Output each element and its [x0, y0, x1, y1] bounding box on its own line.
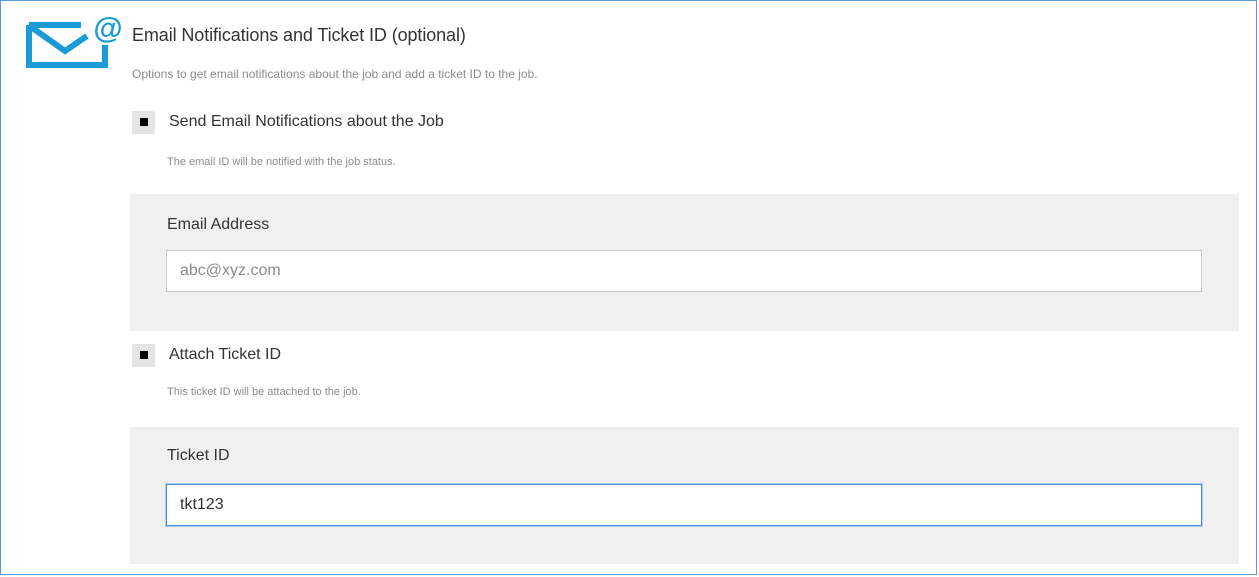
- email-address-panel: Email Address: [130, 194, 1239, 331]
- ticket-id-panel: Ticket ID: [130, 427, 1239, 564]
- notification-settings-panel: @ Email Notifications and Ticket ID (opt…: [0, 0, 1257, 575]
- svg-text:@: @: [93, 12, 122, 45]
- email-address-label: Email Address: [167, 216, 270, 233]
- attach-ticket-option[interactable]: Attach Ticket ID: [132, 343, 281, 367]
- checkbox-checked-mark: [139, 351, 148, 359]
- send-email-checkbox[interactable]: [132, 110, 155, 134]
- attach-ticket-checkbox[interactable]: [132, 343, 155, 367]
- email-at-icon: @: [26, 12, 123, 68]
- email-address-input[interactable]: [166, 250, 1202, 292]
- checkbox-checked-mark: [139, 118, 148, 126]
- section-title: Email Notifications and Ticket ID (optio…: [132, 25, 466, 45]
- send-email-option[interactable]: Send Email Notifications about the Job: [132, 110, 444, 134]
- section-description: Options to get email notifications about…: [132, 67, 538, 81]
- send-email-hint: The email ID will be notified with the j…: [167, 156, 396, 168]
- ticket-id-label: Ticket ID: [167, 447, 230, 464]
- send-email-label: Send Email Notifications about the Job: [169, 113, 444, 130]
- ticket-id-input[interactable]: [166, 484, 1202, 526]
- attach-ticket-hint: This ticket ID will be attached to the j…: [167, 386, 361, 398]
- attach-ticket-label: Attach Ticket ID: [169, 346, 282, 363]
